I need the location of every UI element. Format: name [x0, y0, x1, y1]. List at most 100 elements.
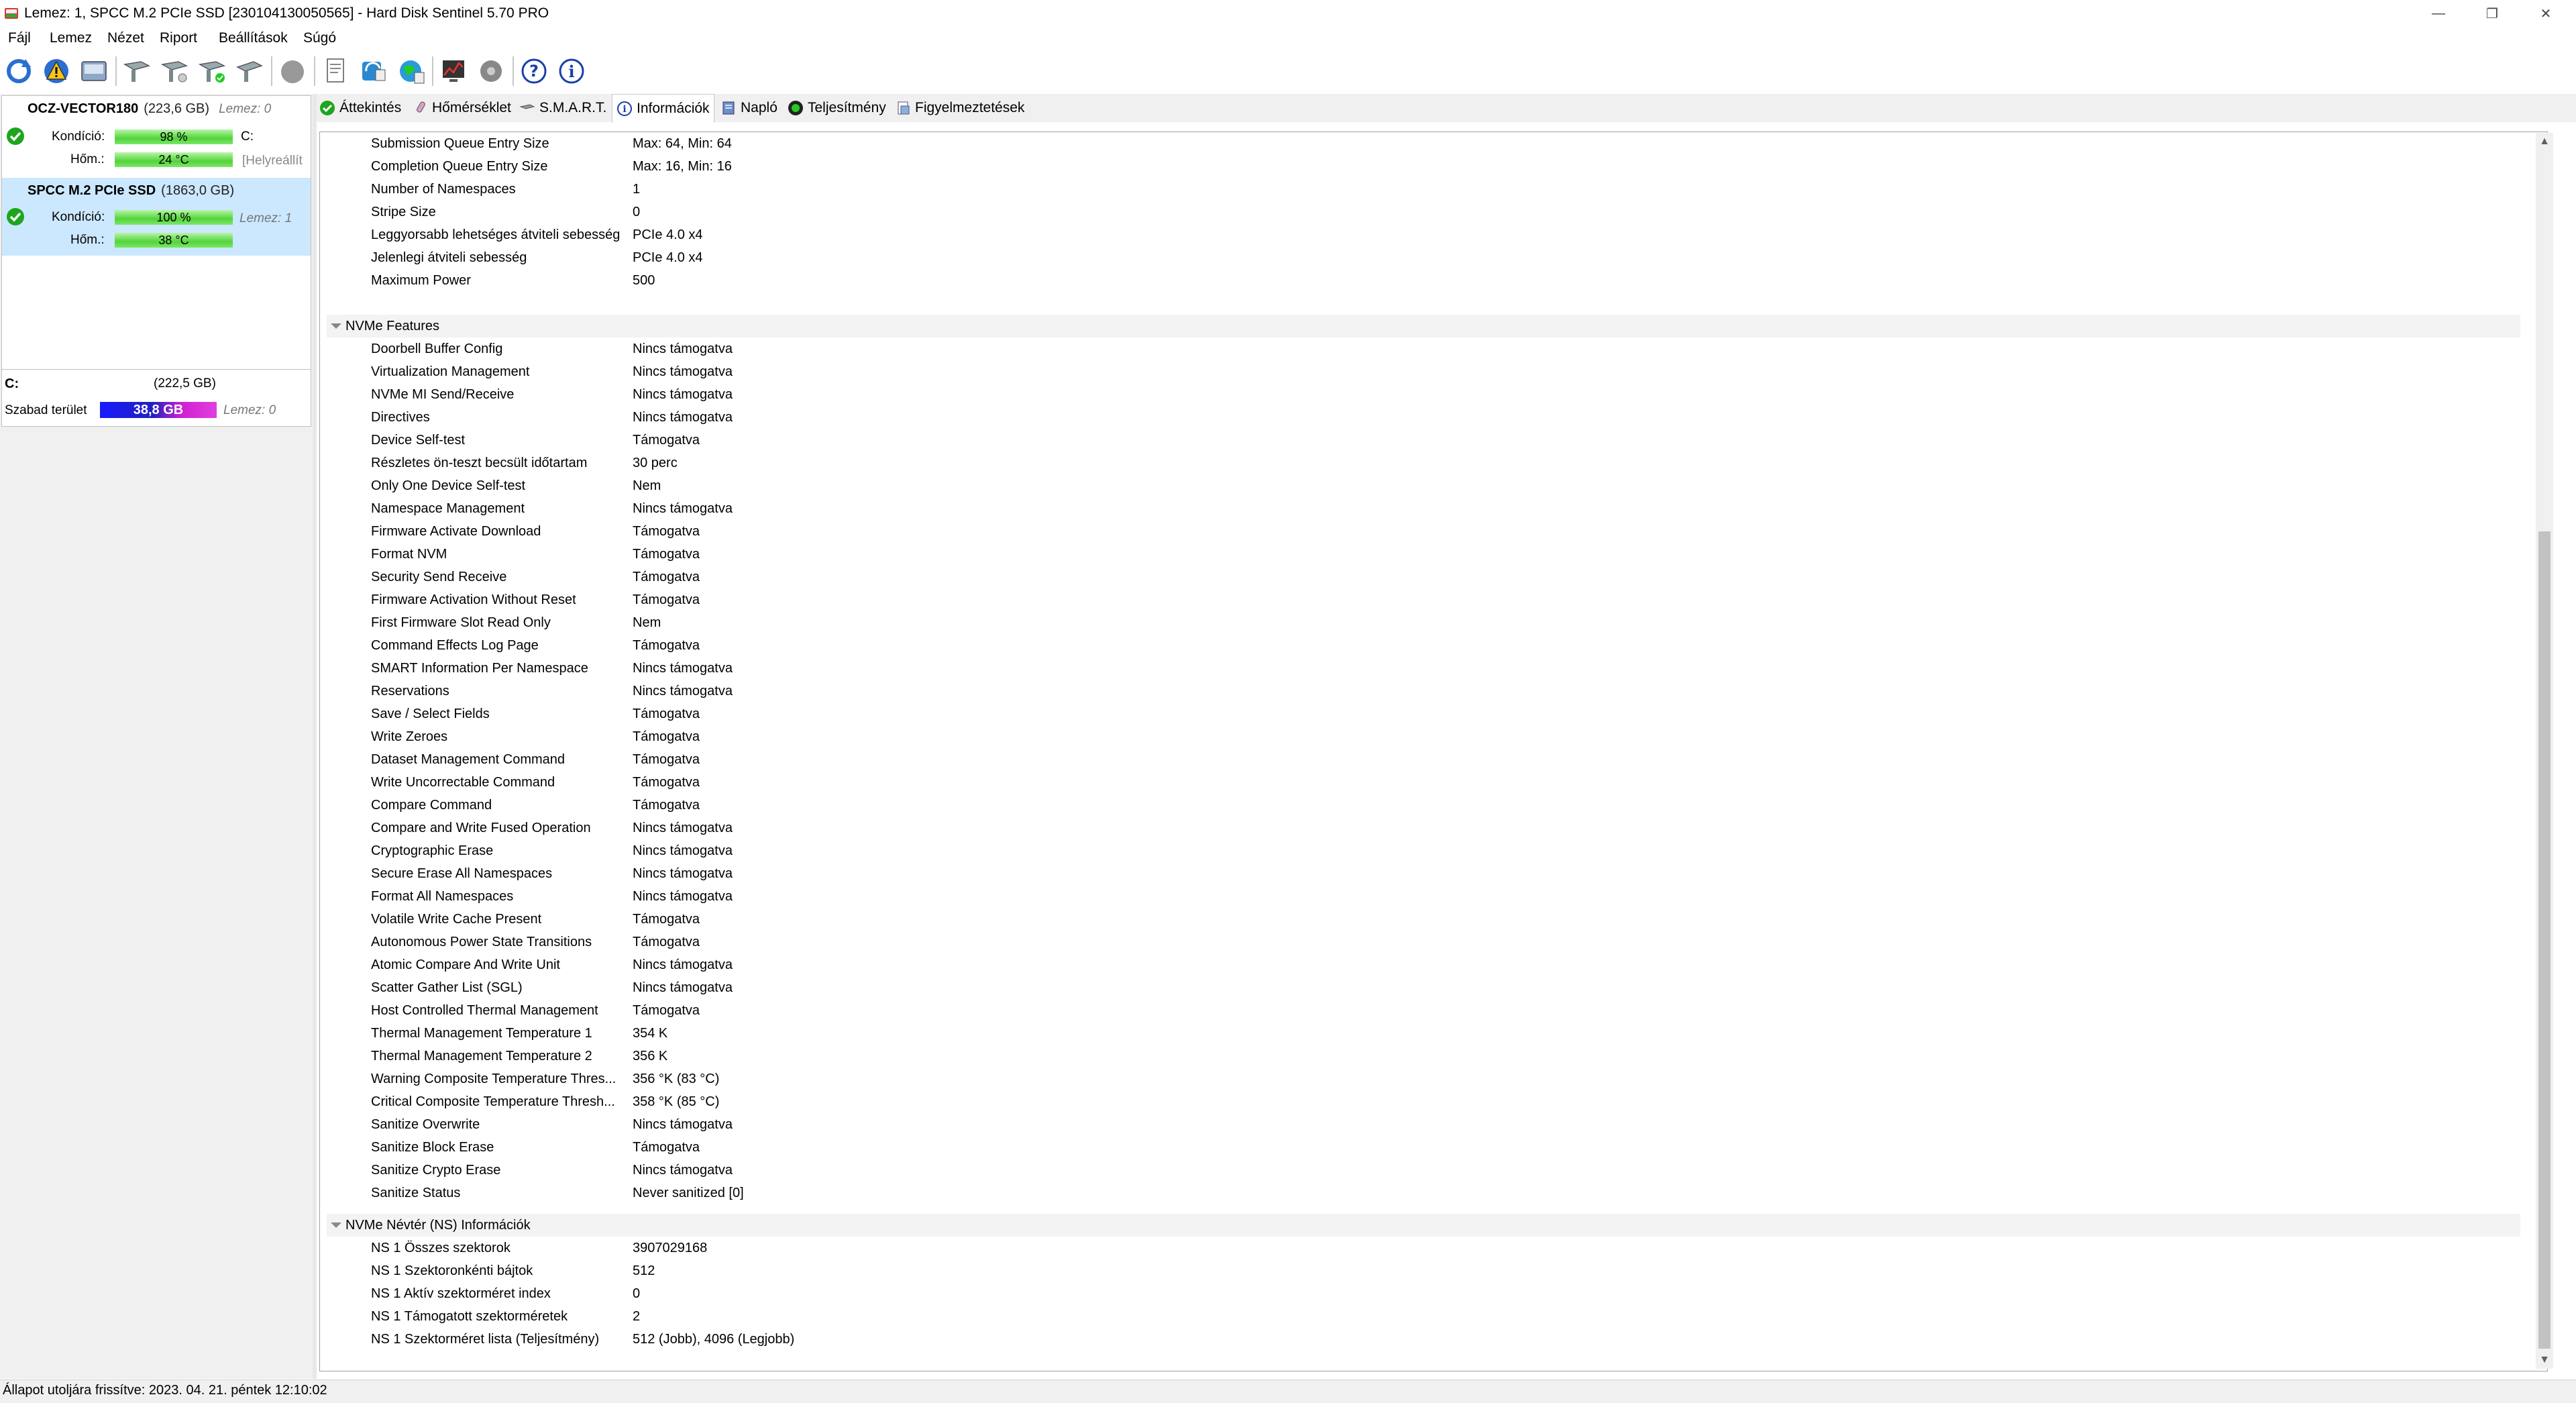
info-row[interactable]: Completion Queue Entry Size Max: 16, Min:… — [320, 155, 2520, 178]
info-row[interactable]: First Firmware Slot Read Only Nem — [320, 611, 2520, 634]
info-row[interactable]: Autonomous Power State Transitions Támoga… — [320, 931, 2520, 953]
tab-homerseklet[interactable]: Hőmérséklet — [412, 94, 511, 122]
info-row[interactable]: Doorbell Buffer Config Nincs támogatva — [320, 337, 2520, 360]
info-row[interactable]: Leggyorsabb lehetséges átviteli sebesség… — [320, 223, 2520, 246]
menu-nezet[interactable]: Nézet — [107, 30, 144, 47]
info-row[interactable]: Compare Command Támogatva — [320, 794, 2520, 817]
warning-icon[interactable] — [40, 55, 72, 87]
menu-sugo[interactable]: Súgó — [303, 30, 336, 47]
info-row[interactable]: NS 1 Szektoronkénti bájtok 512 — [320, 1259, 2520, 1282]
info-row[interactable]: Dataset Management Command Támogatva — [320, 748, 2520, 771]
info-row[interactable]: Format NVM Támogatva — [320, 543, 2520, 566]
info-value: Nincs támogatva — [633, 1163, 733, 1178]
info-value: Nincs támogatva — [633, 387, 733, 402]
menu-beallitasok[interactable]: Beállítások — [219, 30, 288, 47]
info-row[interactable]: NS 1 Aktív szektorméret index 0 — [320, 1282, 2520, 1305]
info-row[interactable]: Format All Namespaces Nincs támogatva — [320, 885, 2520, 908]
info-row[interactable]: Directives Nincs támogatva — [320, 406, 2520, 429]
test-icon[interactable] — [121, 55, 153, 87]
menu-riport[interactable]: Riport — [160, 30, 197, 47]
info-row[interactable]: Device Self-test Támogatva — [320, 429, 2520, 452]
disk-item-spcc[interactable]: SPCC M.2 PCIe SSD (1863,0 GB) Kondíció: 1… — [2, 178, 311, 256]
info-row[interactable]: Részletes ön-teszt becsült időtartam 30 p… — [320, 452, 2520, 474]
info-row[interactable]: Write Uncorrectable Command Támogatva — [320, 771, 2520, 794]
info-row[interactable]: Secure Erase All Namespaces Nincs támogat… — [320, 862, 2520, 885]
info-row[interactable]: Host Controlled Thermal Management Támoga… — [320, 999, 2520, 1022]
section-nvme-features[interactable]: NVMe Features — [327, 315, 2520, 337]
info-key: Firmware Activation Without Reset — [371, 592, 576, 607]
info-row[interactable]: Critical Composite Temperature Thresh...… — [320, 1090, 2520, 1113]
info-value: 3907029168 — [633, 1241, 708, 1255]
disk-item-ocz[interactable]: OCZ-VECTOR180 (223,6 GB) Lemez: 0 Kondíció… — [2, 96, 311, 174]
info-key: Secure Erase All Namespaces — [371, 866, 553, 881]
help-icon[interactable]: ? — [518, 55, 550, 87]
section-nvme-namespace[interactable]: NVMe Névtér (NS) Információk — [327, 1214, 2520, 1237]
web-report-icon[interactable] — [394, 55, 427, 87]
vertical-scrollbar[interactable]: ▲ ▼ — [2536, 133, 2553, 1369]
test-icon[interactable] — [158, 55, 191, 87]
info-row[interactable]: Firmware Activation Without Reset Támogat… — [320, 588, 2520, 611]
info-row[interactable]: Save / Select Fields Támogatva — [320, 703, 2520, 725]
info-row[interactable]: Firmware Activate Download Támogatva — [320, 520, 2520, 543]
info-row[interactable]: Atomic Compare And Write Unit Nincs támog… — [320, 953, 2520, 976]
info-row[interactable]: Only One Device Self-test Nem — [320, 474, 2520, 497]
info-row[interactable]: Security Send Receive Támogatva — [320, 566, 2520, 588]
info-row[interactable]: Stripe Size 0 — [320, 201, 2520, 223]
info-row[interactable]: SMART Information Per Namespace Nincs tám… — [320, 657, 2520, 680]
info-row[interactable]: Reservations Nincs támogatva — [320, 680, 2520, 703]
disk-settings-icon[interactable] — [475, 55, 507, 87]
pane-splitter[interactable] — [313, 94, 317, 1379]
info-row[interactable]: NVMe MI Send/Receive Nincs támogatva — [320, 383, 2520, 406]
info-row[interactable]: Write Zeroes Támogatva — [320, 725, 2520, 748]
scroll-up-arrow[interactable]: ▲ — [2536, 133, 2553, 150]
restore-button[interactable]: ❐ — [2462, 0, 2522, 27]
volume-panel[interactable]: C: (222,5 GB) Szabad terület 38,8 GB Lem… — [1, 369, 311, 427]
info-row[interactable]: NS 1 Összes szektorok 3907029168 — [320, 1237, 2520, 1259]
test-icon[interactable] — [233, 55, 266, 87]
info-row[interactable]: Submission Queue Entry Size Max: 64, Min:… — [320, 132, 2520, 155]
info-row[interactable]: Volatile Write Cache Present Támogatva — [320, 908, 2520, 931]
scroll-thumb[interactable] — [2538, 531, 2551, 1349]
info-row[interactable]: Sanitize Overwrite Nincs támogatva — [320, 1113, 2520, 1136]
monitor-icon[interactable] — [437, 55, 470, 87]
minimize-button[interactable]: — — [2408, 0, 2469, 27]
info-row[interactable]: Warning Composite Temperature Thres... 35… — [320, 1068, 2520, 1090]
info-row[interactable]: Sanitize Status Never sanitized [0] — [320, 1182, 2520, 1204]
refresh-icon[interactable] — [3, 55, 35, 87]
info-row[interactable]: NS 1 Támogatott szektorméretek 2 — [320, 1305, 2520, 1328]
disk-icon[interactable] — [78, 55, 110, 87]
info-row[interactable]: Command Effects Log Page Támogatva — [320, 634, 2520, 657]
report-icon[interactable] — [319, 55, 352, 87]
info-row[interactable]: Namespace Management Nincs támogatva — [320, 497, 2520, 520]
test-ok-icon[interactable] — [196, 55, 228, 87]
scroll-down-arrow[interactable]: ▼ — [2536, 1351, 2553, 1369]
info-row[interactable]: Virtualization Management Nincs támogatva — [320, 360, 2520, 383]
info-row[interactable]: Sanitize Block Erase Támogatva — [320, 1136, 2520, 1159]
tab-naplo[interactable]: Napló — [720, 94, 777, 122]
tab-figyelmeztetesek[interactable]: Figyelmeztetések — [895, 94, 1024, 122]
info-value: 512 — [633, 1263, 655, 1278]
info-content[interactable]: Submission Queue Entry Size Max: 64, Min:… — [319, 132, 2548, 1371]
send-report-icon[interactable] — [357, 55, 389, 87]
blob-icon[interactable] — [276, 55, 309, 87]
menu-fajl[interactable]: Fájl — [8, 30, 31, 47]
info-row[interactable]: Sanitize Crypto Erase Nincs támogatva — [320, 1159, 2520, 1182]
info-row[interactable]: Number of Namespaces 1 — [320, 178, 2520, 201]
info-row[interactable]: Cryptographic Erase Nincs támogatva — [320, 839, 2520, 862]
tab-attekintes[interactable]: Áttekintés — [319, 94, 401, 122]
info-row[interactable]: Thermal Management Temperature 2 356 K — [320, 1045, 2520, 1068]
tab-informaciok[interactable]: i Információk — [612, 94, 714, 123]
info-value: Nincs támogatva — [633, 410, 733, 425]
close-button[interactable]: ✕ — [2516, 0, 2576, 27]
menu-lemez[interactable]: Lemez — [50, 30, 92, 47]
info-row[interactable]: Thermal Management Temperature 1 354 K — [320, 1022, 2520, 1045]
disk-name: SPCC M.2 PCIe SSD (1863,0 GB) — [28, 183, 235, 198]
info-row[interactable]: Maximum Power 500 — [320, 269, 2520, 292]
info-row[interactable]: Scatter Gather List (SGL) Nincs támogatva — [320, 976, 2520, 999]
info-row[interactable]: Jelenlegi átviteli sebesség PCIe 4.0 x4 — [320, 246, 2520, 269]
tab-teljesitmeny[interactable]: Teljesítmény — [788, 94, 886, 122]
info-row[interactable]: Compare and Write Fused Operation Nincs t… — [320, 817, 2520, 839]
tab-smart[interactable]: S.M.A.R.T. — [519, 94, 606, 122]
info-row[interactable]: NS 1 Szektorméret lista (Teljesítmény) 51… — [320, 1328, 2520, 1351]
info-icon[interactable]: i — [555, 55, 588, 87]
